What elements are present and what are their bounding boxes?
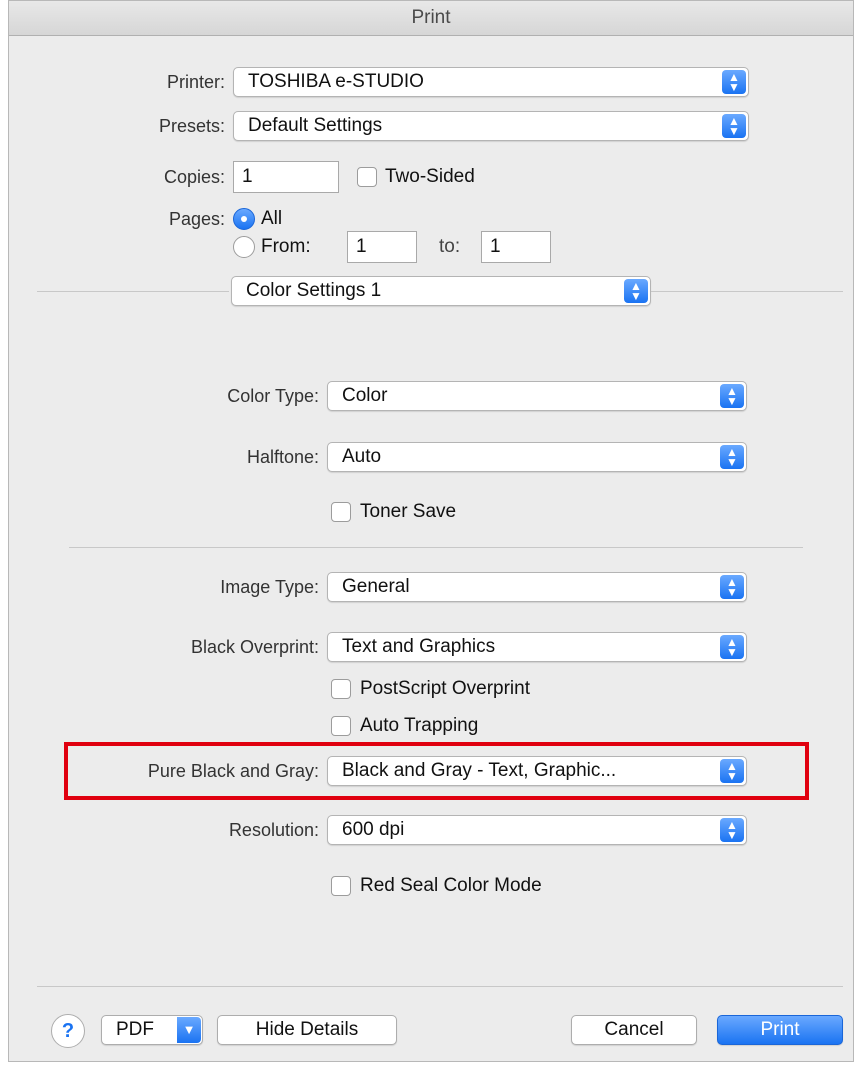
halftone-value: Auto	[342, 446, 382, 467]
copies-label: Copies:	[163, 167, 225, 187]
window-title: Print	[9, 1, 853, 36]
pages-from-radio[interactable]	[233, 236, 255, 258]
resolution-popup[interactable]: 600 dpi ▲ ▼	[327, 815, 747, 845]
presets-popup[interactable]: Default Settings ▲ ▼	[233, 111, 749, 141]
pages-label: Pages:	[168, 209, 225, 229]
section-divider-left	[37, 291, 229, 292]
up-down-chevron-icon: ▲ ▼	[720, 635, 744, 659]
section-divider-right	[651, 291, 843, 292]
divider	[69, 547, 803, 548]
up-down-chevron-icon: ▲ ▼	[722, 70, 746, 94]
presets-value: Default Settings	[248, 115, 383, 136]
presets-label: Presets:	[158, 116, 225, 136]
auto-trapping-checkbox[interactable]	[331, 716, 351, 736]
print-button[interactable]: Print	[717, 1015, 843, 1045]
highlight-box	[64, 742, 809, 800]
section-value: Color Settings 1	[246, 280, 382, 301]
two-sided-checkbox[interactable]	[357, 167, 377, 187]
printer-value: TOSHIBA e-STUDIO	[248, 71, 424, 92]
section-popup[interactable]: Color Settings 1 ▲ ▼	[231, 276, 651, 306]
pdf-button[interactable]: PDF ▼	[101, 1015, 203, 1045]
halftone-popup[interactable]: Auto ▲ ▼	[327, 442, 747, 472]
resolution-value: 600 dpi	[342, 819, 405, 840]
pdf-label: PDF	[116, 1019, 154, 1040]
postscript-overprint-label: PostScript Overprint	[360, 678, 530, 699]
up-down-chevron-icon: ▲ ▼	[720, 818, 744, 842]
up-down-chevron-icon: ▲ ▼	[720, 575, 744, 599]
up-down-chevron-icon: ▲ ▼	[720, 384, 744, 408]
color-type-label: Color Type:	[227, 386, 319, 406]
printer-popup[interactable]: TOSHIBA e-STUDIO ▲ ▼	[233, 67, 749, 97]
pages-from-label: From:	[261, 236, 311, 257]
copies-field[interactable]: 1	[233, 161, 339, 193]
color-type-value: Color	[342, 385, 388, 406]
print-dialog: Print Printer: TOSHIBA e-STUDIO ▲ ▼ Prese…	[8, 0, 854, 1062]
toner-save-label: Toner Save	[360, 501, 457, 522]
red-seal-label: Red Seal Color Mode	[360, 875, 542, 896]
pages-from-field[interactable]: 1	[347, 231, 417, 263]
image-type-label: Image Type:	[220, 577, 319, 597]
up-down-chevron-icon: ▲ ▼	[624, 279, 648, 303]
image-type-value: General	[342, 576, 410, 597]
up-down-chevron-icon: ▲ ▼	[720, 445, 744, 469]
red-seal-checkbox[interactable]	[331, 876, 351, 896]
two-sided-label: Two-Sided	[385, 166, 475, 187]
printer-label: Printer:	[166, 72, 225, 92]
postscript-overprint-checkbox[interactable]	[331, 679, 351, 699]
footer-divider	[37, 986, 843, 987]
image-type-popup[interactable]: General ▲ ▼	[327, 572, 747, 602]
black-overprint-popup[interactable]: Text and Graphics ▲ ▼	[327, 632, 747, 662]
pages-to-field[interactable]: 1	[481, 231, 551, 263]
help-button[interactable]: ?	[51, 1014, 85, 1048]
halftone-label: Halftone:	[246, 447, 319, 467]
chevron-down-icon[interactable]: ▼	[177, 1017, 201, 1043]
auto-trapping-label: Auto Trapping	[360, 715, 479, 736]
color-type-popup[interactable]: Color ▲ ▼	[327, 381, 747, 411]
toner-save-checkbox[interactable]	[331, 502, 351, 522]
pages-all-label: All	[261, 208, 283, 229]
up-down-chevron-icon: ▲ ▼	[722, 114, 746, 138]
resolution-label: Resolution:	[228, 820, 319, 840]
hide-details-button[interactable]: Hide Details	[217, 1015, 397, 1045]
cancel-button[interactable]: Cancel	[571, 1015, 697, 1045]
black-overprint-value: Text and Graphics	[342, 636, 496, 657]
black-overprint-label: Black Overprint:	[190, 637, 319, 657]
pages-all-radio[interactable]	[233, 208, 255, 230]
pages-to-label: to:	[439, 236, 461, 257]
